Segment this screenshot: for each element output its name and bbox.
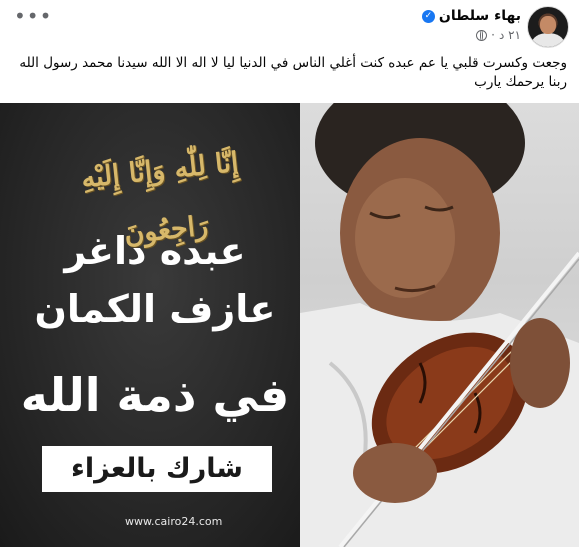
post-meta-row: ٢١ د · xyxy=(476,28,521,42)
deceased-role: عازف الكمان xyxy=(34,287,276,331)
post-text: وجعت وكسرت قلبي يا عم عبده كنت أغلي النا… xyxy=(19,55,567,90)
verified-badge-icon: ✓ xyxy=(421,9,435,23)
author-name[interactable]: بهاء سلطان xyxy=(439,8,521,24)
meta-separator: · xyxy=(491,28,495,42)
avatar-shirt xyxy=(532,33,564,47)
avatar-face xyxy=(540,16,556,34)
more-options-icon[interactable]: ••• xyxy=(14,6,51,34)
facebook-post: ••• بهاء سلطان ✓ ٢١ د · وجعت وكسرت قلبي … xyxy=(0,0,579,547)
share-condolence-banner: شارك بالعزاء xyxy=(42,446,272,492)
post-timestamp[interactable]: ٢١ د xyxy=(499,28,521,42)
condolence-text: في ذمة الله xyxy=(20,368,290,422)
post-header-name-row: بهاء سلطان ✓ xyxy=(421,8,521,24)
source-website: www.cairo24.com xyxy=(125,515,223,528)
violinist-illustration xyxy=(300,103,579,547)
globe-icon[interactable] xyxy=(476,29,488,41)
deceased-name: عبده داغر xyxy=(64,229,246,273)
avatar[interactable] xyxy=(527,6,569,48)
violinist-photo xyxy=(300,103,579,547)
post-image[interactable]: إِنَّا لِلّٰهِ وَإِنَّا إِلَيْهِ رَاجِعُ… xyxy=(0,103,579,547)
